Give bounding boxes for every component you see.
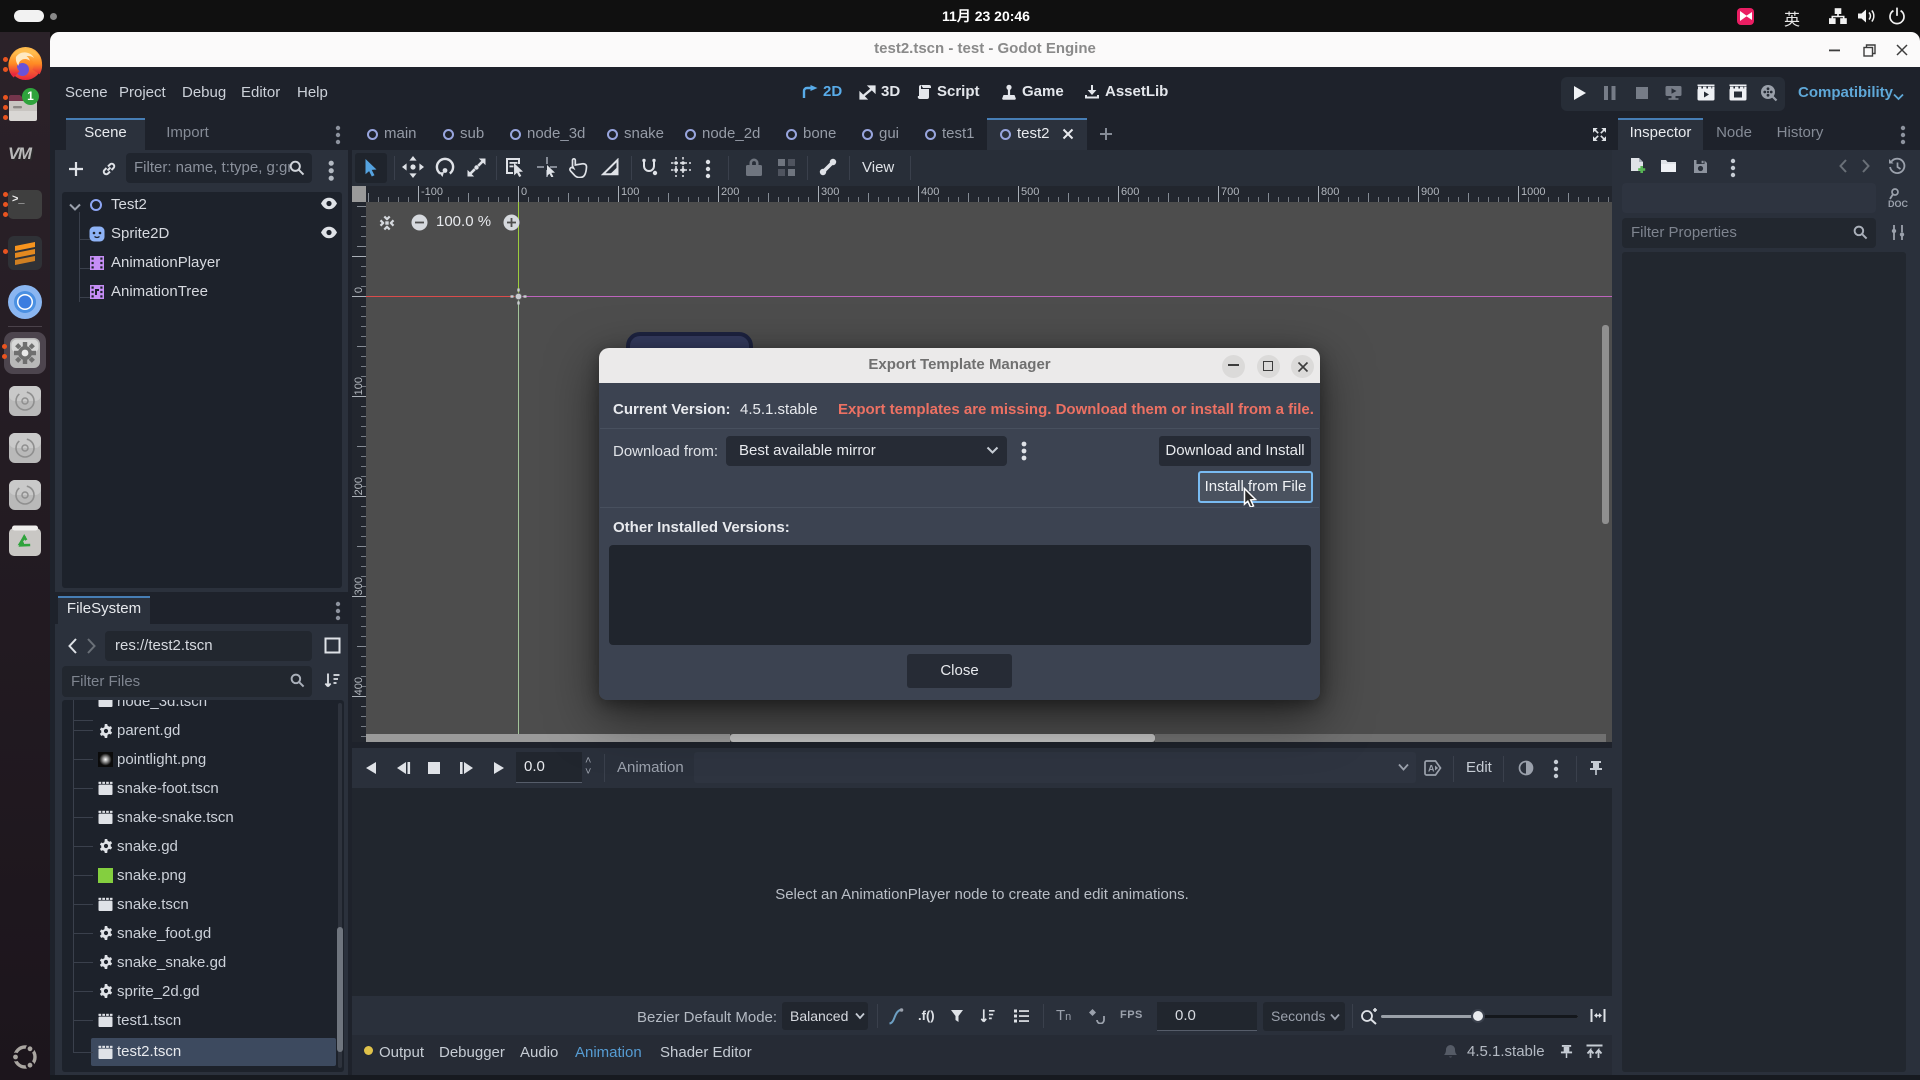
svg-text:A: A [1428,764,1435,774]
